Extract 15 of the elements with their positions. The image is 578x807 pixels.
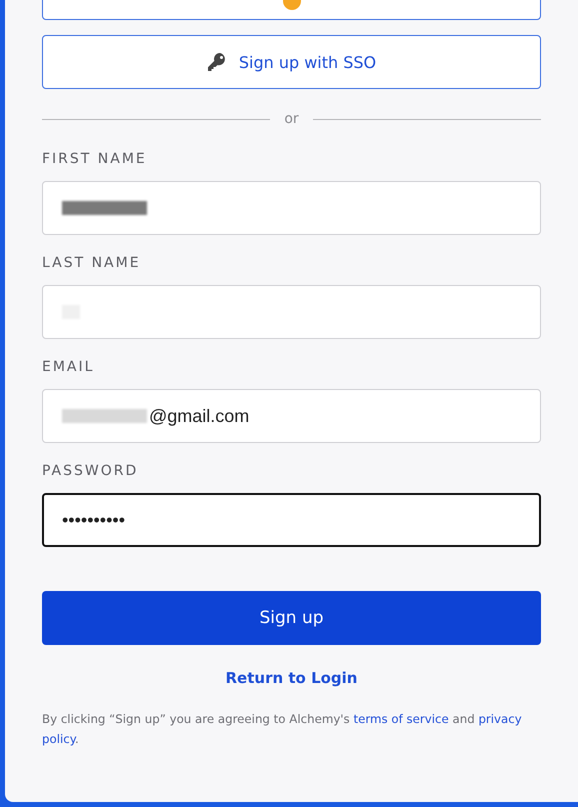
input-field[interactable] [42, 285, 541, 339]
terms-link[interactable]: terms of service [353, 712, 449, 726]
sso-button[interactable]: Sign up with SSO [42, 35, 541, 89]
field-label: EMAIL [42, 358, 94, 377]
divider-label: or [284, 110, 299, 129]
return-to-login-link[interactable]: Return to Login [226, 669, 358, 687]
field-label: LAST NAME [42, 254, 141, 273]
sign-up-button[interactable]: Sign up [42, 591, 541, 645]
legal-text: By clicking “Sign up” you are agreeing to Alchemy's terms of service and privacy policy. [42, 711, 523, 748]
input-field[interactable] [42, 181, 541, 235]
input-field[interactable]: @gmail.com [42, 389, 541, 443]
input-field[interactable]: •••••••••• [42, 493, 541, 547]
field-label: FIRST NAME [42, 150, 147, 169]
field-label: PASSWORD [42, 462, 138, 481]
key-icon [206, 52, 227, 72]
